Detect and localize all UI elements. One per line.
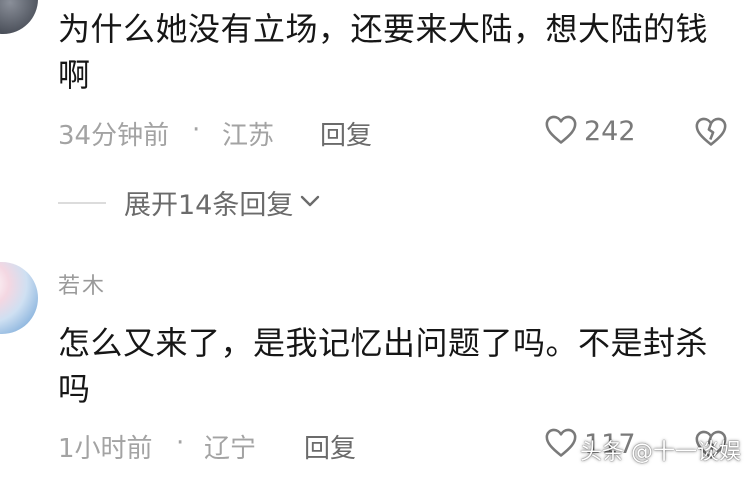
meta-separator: · xyxy=(176,428,185,458)
like-button[interactable]: 242 xyxy=(544,113,636,149)
reply-button[interactable]: 回复 xyxy=(320,115,372,152)
comment-location: 辽宁 xyxy=(204,434,257,464)
reply-button[interactable]: 回复 xyxy=(304,428,356,465)
username[interactable]: 若木 xyxy=(58,268,106,300)
comment-time: 1小时前 xyxy=(58,434,153,464)
comment-location: 江苏 xyxy=(222,121,275,151)
meta-separator: · xyxy=(192,115,201,145)
dislike-heart-icon[interactable] xyxy=(694,115,728,151)
expand-replies-button[interactable]: 展开14条回复 xyxy=(58,183,321,222)
heart-icon xyxy=(544,426,578,462)
comment-text: 怎么又来了，是我记忆出问题了吗。不是封杀吗 xyxy=(58,324,709,408)
chevron-down-icon xyxy=(299,193,321,213)
comment-text: 为什么她没有立场，还要来大陆，想大陆的钱啊 xyxy=(58,10,709,94)
avatar[interactable] xyxy=(0,0,38,34)
heart-icon xyxy=(544,113,578,149)
avatar[interactable] xyxy=(0,262,38,334)
expand-replies-label: 展开14条回复 xyxy=(124,190,294,221)
watermark: 头条 @十一谈娱 xyxy=(580,440,741,465)
divider xyxy=(58,201,106,204)
like-count: 242 xyxy=(584,115,636,147)
comment-time: 34分钟前 xyxy=(58,121,170,151)
